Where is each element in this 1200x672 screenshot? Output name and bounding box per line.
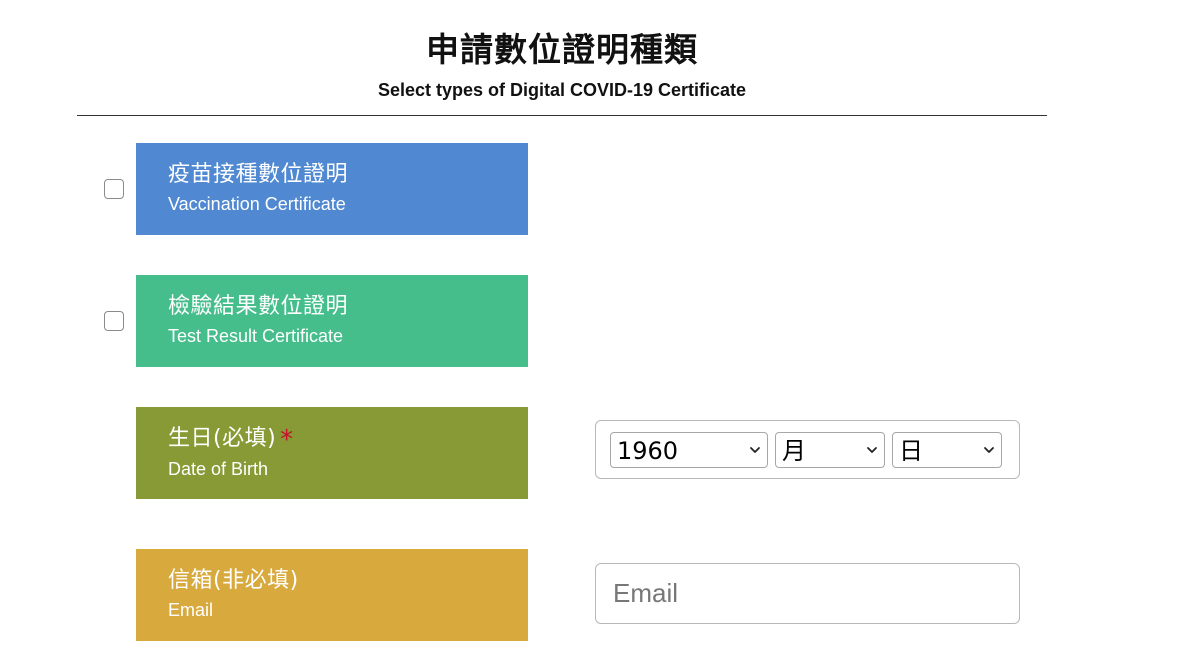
vaccination-label-zh: 疫苗接種數位證明 [168,162,349,187]
page-subtitle: Select types of Digital COVID-19 Certifi… [377,80,747,100]
vaccination-certificate-card[interactable]: 疫苗接種數位證明 Vaccination Certificate [136,143,528,235]
vaccination-checkbox[interactable] [104,179,124,199]
test-result-certificate-card[interactable]: 檢驗結果數位證明 Test Result Certificate [136,275,528,367]
dob-label-en: Date of Birth [168,459,269,479]
email-label-en: Email [168,600,214,620]
test-result-label-zh: 檢驗結果數位證明 [168,294,349,319]
date-of-birth-selects: 1960 月 日 [595,420,1020,479]
birth-day-value: 日 [899,437,923,465]
test-result-checkbox[interactable] [104,311,124,331]
page-title: 申請數位證明種類 [426,30,698,69]
email-input[interactable] [595,563,1020,624]
chevron-down-icon [750,447,760,453]
birth-month-value: 月 [782,437,806,465]
dob-label-zh-row: 生日(必填) * [168,424,528,455]
test-result-label-en: Test Result Certificate [168,326,344,346]
birth-day-select[interactable]: 日 [892,432,1002,468]
vaccination-label-en: Vaccination Certificate [168,194,346,214]
date-of-birth-label-card: 生日(必填) * Date of Birth [136,407,528,499]
birth-month-select[interactable]: 月 [775,432,885,468]
chevron-down-icon [867,447,877,453]
header-divider [77,115,1047,116]
dob-label-zh: 生日(必填) [168,426,277,451]
required-asterisk: * [280,425,294,455]
birth-year-value: 1960 [617,437,679,465]
chevron-down-icon [984,447,994,453]
email-label-card: 信箱(非必填) Email [136,549,528,641]
certificate-type-form: 申請數位證明種類 Select types of Digital COVID-1… [0,0,1200,672]
birth-year-select[interactable]: 1960 [610,432,768,468]
email-label-zh: 信箱(非必填) [168,568,299,593]
